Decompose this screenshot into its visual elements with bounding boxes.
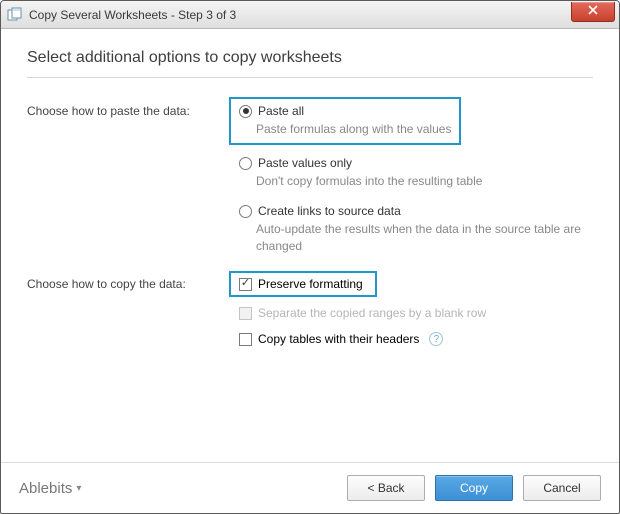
titlebar: Copy Several Worksheets - Step 3 of 3 (1, 1, 619, 29)
highlight-paste-all: Paste all Paste formulas along with the … (229, 97, 461, 145)
radio-label: Create links to source data (258, 204, 401, 218)
checkbox-label: Copy tables with their headers (258, 332, 419, 346)
radio-label: Paste all (258, 104, 304, 118)
radio-icon (239, 105, 252, 118)
close-button[interactable] (571, 2, 615, 22)
window-title: Copy Several Worksheets - Step 3 of 3 (29, 8, 236, 22)
radio-desc: Paste formulas along with the values (256, 121, 451, 137)
highlight-preserve-formatting: Preserve formatting (229, 271, 377, 297)
radio-create-links[interactable]: Create links to source data (237, 203, 593, 219)
footer: Ablebits ▾ < Back Copy Cancel (1, 462, 619, 513)
radio-desc: Auto-update the results when the data in… (256, 221, 593, 253)
copy-section: Choose how to copy the data: Preserve fo… (27, 276, 593, 358)
chevron-down-icon: ▾ (76, 483, 81, 494)
radio-paste-values[interactable]: Paste values only (237, 155, 593, 171)
app-icon (7, 7, 23, 23)
checkbox-icon (239, 307, 252, 320)
brand-label: Ablebits (19, 480, 72, 497)
divider (27, 77, 593, 79)
radio-desc: Don't copy formulas into the resulting t… (256, 173, 593, 189)
checkbox-copy-headers[interactable]: Copy tables with their headers ? (237, 331, 593, 347)
checkbox-separate-blank-row: Separate the copied ranges by a blank ro… (237, 305, 593, 321)
cancel-button[interactable]: Cancel (523, 475, 601, 501)
brand-menu[interactable]: Ablebits ▾ (19, 480, 337, 497)
copy-label: Choose how to copy the data: (27, 276, 237, 358)
button-label: < Back (367, 481, 404, 495)
back-button[interactable]: < Back (347, 475, 425, 501)
radio-paste-all[interactable]: Paste all (237, 103, 451, 119)
checkbox-label: Separate the copied ranges by a blank ro… (258, 306, 486, 320)
checkbox-label: Preserve formatting (258, 277, 363, 291)
button-label: Copy (460, 481, 488, 495)
page-heading: Select additional options to copy worksh… (27, 49, 593, 67)
copy-button[interactable]: Copy (435, 475, 513, 501)
copy-options: Preserve formatting Separate the copied … (237, 276, 593, 358)
radio-icon (239, 157, 252, 170)
help-icon[interactable]: ? (429, 332, 443, 346)
checkbox-icon (239, 278, 252, 291)
dialog-window: Copy Several Worksheets - Step 3 of 3 Se… (0, 0, 620, 514)
paste-label: Choose how to paste the data: (27, 103, 237, 254)
paste-options: Paste all Paste formulas along with the … (237, 103, 593, 254)
close-icon (588, 5, 598, 18)
content-area: Select additional options to copy worksh… (1, 29, 619, 462)
checkbox-preserve-formatting[interactable]: Preserve formatting (237, 276, 365, 292)
radio-label: Paste values only (258, 156, 352, 170)
checkbox-icon (239, 333, 252, 346)
button-label: Cancel (543, 481, 580, 495)
radio-icon (239, 205, 252, 218)
paste-section: Choose how to paste the data: Paste all … (27, 103, 593, 254)
